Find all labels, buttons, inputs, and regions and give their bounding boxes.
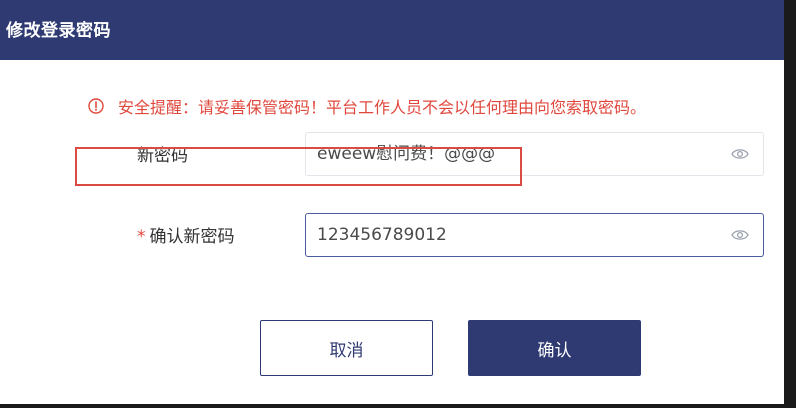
security-warning: 安全提醒：请妥善保管密码！平台工作人员不会以任何理由向您索取密码。 — [88, 94, 646, 118]
required-mark: * — [137, 227, 146, 247]
change-password-dialog: 修改登录密码 安全提醒：请妥善保管密码！平台工作人员不会以任何理由向您索取密码。… — [0, 0, 796, 408]
confirm-button[interactable]: 确认 — [468, 320, 641, 376]
security-warning-text: 安全提醒：请妥善保管密码！平台工作人员不会以任何理由向您索取密码。 — [118, 98, 647, 117]
window-edge-bottom — [0, 404, 796, 408]
cancel-button[interactable]: 取消 — [260, 320, 433, 376]
confirm-password-input[interactable]: 123456789012 — [305, 213, 764, 257]
eye-icon[interactable] — [731, 147, 749, 161]
confirm-password-label: * 确认新密码 — [137, 226, 235, 248]
eye-icon[interactable] — [731, 228, 749, 242]
new-password-input[interactable]: eweew慰问费！@@@ — [305, 132, 764, 176]
dialog-header: 修改登录密码 — [0, 0, 784, 60]
confirm-password-value: 123456789012 — [317, 225, 447, 245]
new-password-value: eweew慰问费！@@@ — [317, 144, 496, 164]
window-edge-right — [784, 0, 796, 408]
new-password-label: 新密码 — [137, 146, 188, 166]
confirm-password-label-text: 确认新密码 — [149, 227, 235, 247]
dialog-title: 修改登录密码 — [6, 21, 111, 41]
info-circle-icon — [88, 98, 104, 114]
